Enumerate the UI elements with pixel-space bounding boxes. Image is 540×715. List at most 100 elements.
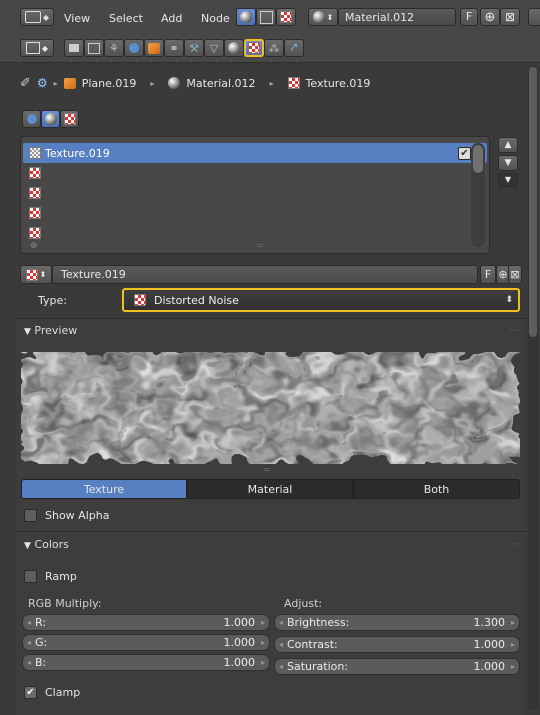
ramp-checkbox[interactable]: [24, 570, 37, 583]
pin-icon[interactable]: ✐: [20, 76, 31, 91]
increment-icon[interactable]: ▸: [257, 658, 269, 667]
editor-type-button[interactable]: ◆: [20, 8, 54, 26]
properties-scrollbar[interactable]: [528, 66, 538, 710]
list-item[interactable]: [29, 207, 41, 222]
texture-tab[interactable]: [244, 39, 264, 57]
increment-icon[interactable]: ▸: [257, 618, 269, 627]
move-slot-down-button[interactable]: ▼: [498, 155, 518, 171]
data-tab[interactable]: ▽: [204, 39, 224, 57]
g-field[interactable]: ◂ G: 1.000 ▸: [22, 634, 270, 651]
render-layers-tab[interactable]: [84, 39, 104, 57]
list-item[interactable]: [29, 187, 41, 202]
material-browse-button[interactable]: ⬍: [308, 8, 338, 26]
tab-material[interactable]: Material: [187, 479, 353, 499]
clamp-checkbox[interactable]: ✔: [24, 686, 37, 699]
decrement-icon[interactable]: ◂: [23, 618, 35, 627]
show-alpha-checkbox[interactable]: [24, 509, 37, 522]
saturation-field[interactable]: ◂ Saturation: 1.000 ▸: [274, 658, 520, 675]
decrement-icon[interactable]: ◂: [23, 638, 35, 647]
layers-icon: [88, 42, 100, 54]
texture-icon: [29, 167, 41, 179]
menu-node[interactable]: Node: [201, 12, 230, 25]
texture-slot-list[interactable]: Texture.019 ✔ ⊕ ═: [20, 136, 490, 254]
world-icon: [129, 43, 139, 53]
texture-user-icon[interactable]: ⚙: [37, 76, 48, 90]
constraints-tab[interactable]: ⚭: [164, 39, 184, 57]
scene-icon: ⚘: [109, 41, 119, 55]
brightness-field[interactable]: ◂ Brightness: 1.300 ▸: [274, 614, 520, 631]
r-field[interactable]: ◂ R: 1.000 ▸: [22, 614, 270, 631]
texture-enabled-checkbox[interactable]: ✔: [458, 146, 471, 160]
texture-name: Texture.019: [61, 268, 126, 281]
node-editor-icon: [24, 11, 41, 23]
shader-nodes-button[interactable]: [236, 8, 256, 26]
menu-select[interactable]: Select: [109, 12, 143, 25]
tab-material-label: Material: [247, 482, 293, 496]
material-data-icon: [168, 77, 181, 89]
material-tab[interactable]: [224, 39, 244, 57]
increment-icon[interactable]: ▸: [507, 640, 519, 649]
b-field[interactable]: ◂ B: 1.000 ▸: [22, 654, 270, 671]
preview-header[interactable]: ▼ Preview: [24, 324, 77, 337]
list-scrollbar[interactable]: [471, 143, 485, 247]
header-overflow-button[interactable]: [528, 8, 540, 26]
compositing-nodes-button[interactable]: [256, 8, 276, 26]
unlink-texture-button[interactable]: ⊠: [508, 265, 522, 284]
show-alpha-checkbox-row[interactable]: Show Alpha: [24, 509, 109, 522]
tab-both[interactable]: Both: [353, 479, 520, 499]
panel-drag-handle[interactable]: ⋯: [509, 325, 519, 336]
material-texture-button[interactable]: [41, 110, 60, 128]
chevron-right-icon: ▸: [150, 78, 155, 88]
world-tab[interactable]: [124, 39, 144, 57]
decrement-icon[interactable]: ◂: [275, 662, 287, 671]
list-resize-handle[interactable]: ═: [257, 241, 263, 252]
particles-tab[interactable]: ⁂: [264, 39, 284, 57]
fake-user-button[interactable]: F: [460, 8, 478, 26]
type-dropdown[interactable]: Distorted Noise ⬍: [122, 288, 520, 312]
preview-resize-handle[interactable]: ═: [264, 465, 270, 476]
decrement-icon[interactable]: ◂: [23, 658, 35, 667]
clamp-checkbox-row[interactable]: ✔ Clamp: [24, 686, 80, 699]
other-texture-button[interactable]: [60, 110, 79, 128]
render-tab[interactable]: [64, 39, 84, 57]
properties-editor-button[interactable]: ◆: [20, 39, 54, 57]
chevron-down-icon: ▼: [504, 158, 512, 168]
world-texture-button[interactable]: [22, 110, 41, 128]
properties-scrollbar-thumb[interactable]: [529, 67, 537, 337]
menu-down-icon: ▼: [504, 175, 512, 184]
list-item[interactable]: [29, 167, 41, 182]
slot-specials-button[interactable]: ▼: [498, 173, 518, 187]
list-filter-toggle-icon[interactable]: ⊕: [30, 241, 38, 251]
texture-browse-button[interactable]: ⬍: [20, 265, 52, 284]
contrast-field[interactable]: ◂ Contrast: 1.000 ▸: [274, 636, 520, 653]
mesh-icon: ▽: [209, 41, 219, 55]
physics-tab[interactable]: ⤤: [284, 39, 304, 57]
texture-nodes-button[interactable]: [276, 8, 296, 26]
menu-view[interactable]: View: [64, 12, 90, 25]
texture-fake-user-button[interactable]: F: [480, 265, 496, 284]
decrement-icon[interactable]: ◂: [275, 640, 287, 649]
list-item-selected[interactable]: Texture.019 ✔: [23, 143, 487, 163]
preview-panel: ▼ Preview ⋯ ═ Texture Material Both Show…: [16, 318, 526, 531]
modifiers-tab[interactable]: ⚒: [184, 39, 204, 57]
ramp-checkbox-row[interactable]: Ramp: [24, 570, 77, 583]
menu-add[interactable]: Add: [161, 12, 182, 25]
list-scrollbar-thumb[interactable]: [473, 145, 483, 173]
object-icon: [148, 42, 160, 54]
decrement-icon[interactable]: ◂: [275, 618, 287, 627]
texture-context-group: [22, 110, 79, 128]
tab-texture[interactable]: Texture: [21, 479, 187, 499]
increment-icon[interactable]: ▸: [257, 638, 269, 647]
list-item[interactable]: [29, 227, 41, 242]
panel-drag-handle[interactable]: ⋯: [509, 539, 519, 550]
increment-icon[interactable]: ▸: [507, 618, 519, 627]
increment-icon[interactable]: ▸: [507, 662, 519, 671]
new-material-button[interactable]: ⊕: [480, 8, 500, 26]
colors-header[interactable]: ▼ Colors: [24, 538, 69, 551]
material-name-field[interactable]: Material.012: [338, 8, 456, 26]
move-slot-up-button[interactable]: ▲: [498, 137, 518, 153]
object-tab[interactable]: [144, 39, 164, 57]
unlink-material-button[interactable]: ⊠: [500, 8, 520, 26]
texture-name-field[interactable]: Texture.019: [52, 265, 478, 284]
scene-tab[interactable]: ⚘: [104, 39, 124, 57]
